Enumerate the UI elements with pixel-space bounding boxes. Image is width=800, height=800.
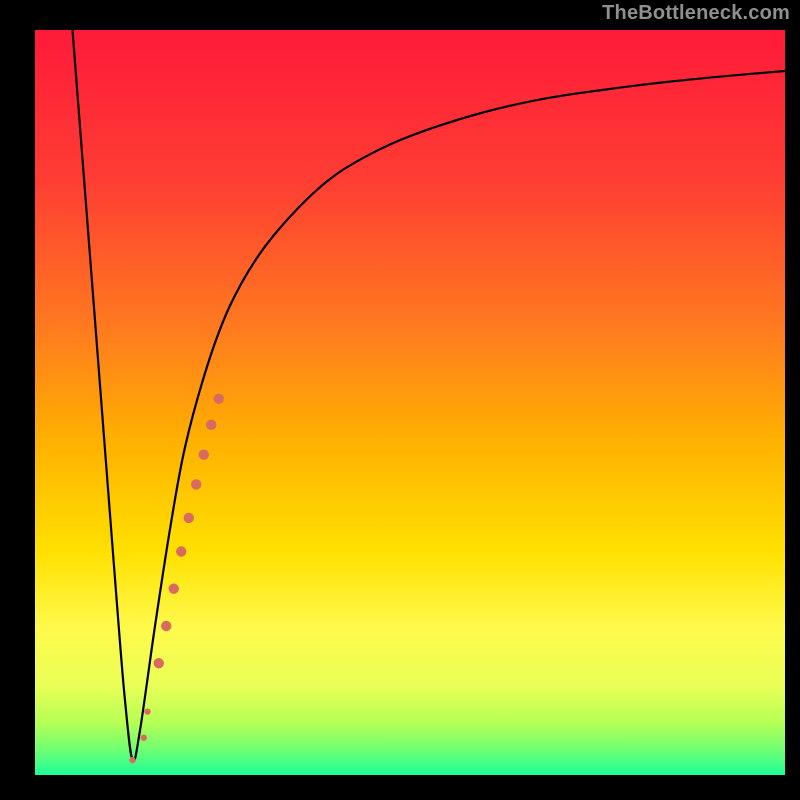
highlight-dot: [161, 621, 171, 631]
highlight-dot: [154, 658, 164, 668]
highlight-dot: [206, 420, 216, 430]
chart-plot-bg: [35, 30, 785, 775]
highlight-dot: [214, 394, 224, 404]
highlight-dot: [169, 584, 179, 594]
chart-svg: [0, 0, 800, 800]
highlight-dot: [129, 757, 135, 763]
chart-stage: TheBottleneck.com: [0, 0, 800, 800]
highlight-dot: [199, 449, 209, 459]
highlight-dot: [176, 546, 186, 556]
highlight-dot: [184, 513, 194, 523]
highlight-dot: [141, 735, 147, 741]
watermark-text: TheBottleneck.com: [602, 2, 790, 25]
highlight-dot: [191, 479, 201, 489]
highlight-dot: [144, 708, 150, 714]
